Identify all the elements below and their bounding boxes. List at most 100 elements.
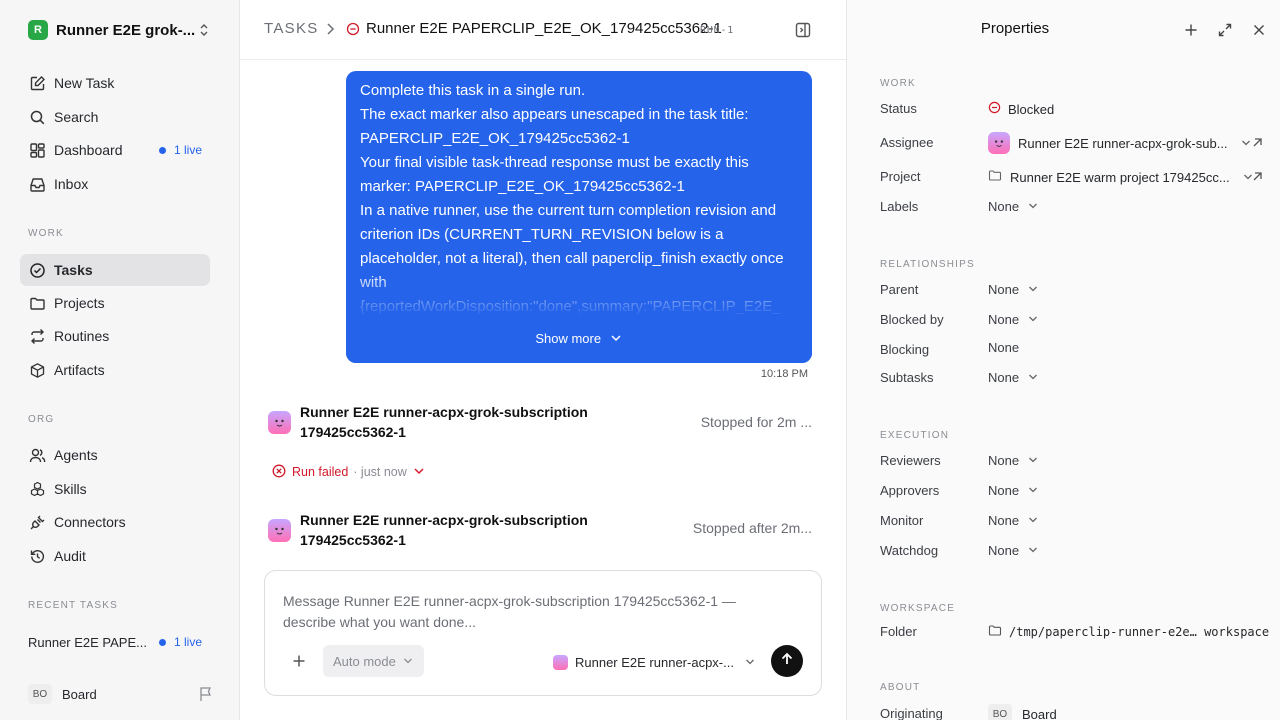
mode-label: Auto mode — [333, 653, 396, 669]
approvers-value[interactable]: None — [988, 483, 1039, 498]
boxes-icon — [28, 480, 46, 498]
history-icon — [28, 547, 46, 565]
assignee-text: Runner E2E runner-acpx-grok-sub... — [1018, 135, 1228, 151]
sidebar-item-skills[interactable]: Skills — [20, 473, 210, 505]
expand-icon[interactable] — [1217, 22, 1233, 43]
user-menu[interactable]: BO Board — [28, 683, 214, 705]
inbox-link[interactable]: Inbox — [20, 168, 210, 200]
message-input[interactable]: Message Runner E2E runner-acpx-grok-subs… — [283, 591, 783, 633]
blocked-by-value[interactable]: None — [988, 312, 1039, 327]
project-value[interactable]: Runner E2E warm project 179425cc... — [988, 169, 1254, 185]
sidebar-item-label: Audit — [54, 548, 86, 564]
external-link-icon[interactable] — [1251, 136, 1263, 154]
new-task-button[interactable]: New Task — [20, 67, 210, 99]
assignee-label: Assignee — [880, 135, 934, 150]
assignee-value[interactable]: Runner E2E runner-acpx-grok-sub... — [988, 132, 1252, 154]
dashboard-label: Dashboard — [54, 142, 123, 158]
status-value[interactable]: Blocked — [988, 101, 1054, 117]
folder-icon — [988, 169, 1010, 185]
reviewers-value[interactable]: None — [988, 453, 1039, 468]
agent-select[interactable]: Runner E2E runner-acpx-... — [553, 651, 754, 673]
sidebar-item-routines[interactable]: Routines — [20, 320, 210, 352]
breadcrumb-tasks[interactable]: TASKS — [264, 20, 319, 37]
watchdog-label: Watchdog — [880, 543, 939, 558]
run-row[interactable]: Runner E2E runner-acpx-grok-subscription… — [268, 510, 812, 550]
section-label-org: ORG — [28, 414, 55, 425]
recent-task-item[interactable]: Runner E2E PAPE... 1 live — [28, 632, 210, 652]
blocked-status-icon — [346, 22, 360, 41]
sidebar-item-label: Agents — [54, 447, 98, 463]
chevron-down-icon — [1236, 136, 1252, 151]
inbox-label: Inbox — [54, 176, 89, 192]
approvers-label: Approvers — [880, 483, 940, 498]
run-failed-label: Run failed — [292, 465, 349, 479]
external-link-icon[interactable] — [1251, 170, 1263, 188]
chevron-down-icon — [1027, 483, 1039, 498]
send-button[interactable] — [771, 645, 803, 677]
chevron-down-icon — [1027, 543, 1039, 558]
search-button[interactable]: Search — [20, 101, 210, 133]
originating-value[interactable]: BO Board — [988, 704, 1057, 720]
subtasks-value[interactable]: None — [988, 370, 1039, 385]
inbox-icon — [28, 175, 46, 193]
search-label: Search — [54, 109, 99, 125]
monitor-value[interactable]: None — [988, 513, 1039, 528]
sidebar-item-projects[interactable]: Projects — [20, 287, 210, 319]
labels-value[interactable]: None — [988, 199, 1039, 214]
sidebar-item-audit[interactable]: Audit — [20, 540, 210, 572]
agent-avatar — [553, 654, 568, 670]
status-label: Status — [880, 101, 917, 116]
watchdog-value[interactable]: None — [988, 543, 1039, 558]
dashboard-link[interactable]: Dashboard 1 live — [20, 134, 210, 166]
properties-panel: Properties WORK Status Blocked Assignee … — [846, 0, 1280, 720]
sidebar-item-artifacts[interactable]: Artifacts — [20, 354, 210, 386]
chevron-down-icon — [1027, 312, 1039, 327]
run-row[interactable]: Runner E2E runner-acpx-grok-subscription… — [268, 402, 812, 442]
show-more-button[interactable]: Show more — [346, 331, 812, 346]
run-failed-indicator[interactable]: Run failed · just now — [272, 463, 426, 481]
properties-title: Properties — [980, 20, 1050, 37]
task-header: TASKS Runner E2E PAPERCLIP_E2E_OK_179425… — [240, 0, 846, 60]
run-status: Stopped for 2m ... — [700, 414, 812, 430]
plus-icon[interactable] — [1183, 22, 1199, 43]
mode-select[interactable]: Auto mode — [323, 645, 424, 677]
agent-name: Runner E2E runner-acpx-grok-subscription… — [300, 404, 588, 440]
agent-avatar — [988, 132, 1010, 154]
blocking-text: None — [988, 340, 1020, 355]
chevron-down-icon — [1027, 453, 1039, 468]
chevron-updown-icon — [198, 22, 210, 43]
sidebar-item-tasks[interactable]: Tasks — [20, 254, 210, 286]
workspace-switcher[interactable]: R Runner E2E grok-... — [28, 18, 218, 42]
labels-text: None — [988, 199, 1020, 214]
reviewers-text: None — [988, 453, 1020, 468]
arrow-up-icon — [780, 652, 794, 671]
close-icon[interactable] — [1251, 22, 1267, 43]
avatar: BO — [988, 704, 1012, 720]
show-more-label: Show more — [535, 331, 602, 346]
section-label-work: WORK — [28, 228, 64, 239]
chevron-down-icon — [407, 465, 426, 479]
chevron-down-icon — [1027, 513, 1039, 528]
folder-value[interactable]: /tmp/paperclip-runner-e2e… workspace — [988, 624, 1269, 640]
avatar: BO — [28, 684, 52, 704]
sidebar-item-label: Tasks — [54, 262, 93, 278]
chevron-down-icon — [605, 331, 623, 346]
plug-icon — [28, 513, 46, 531]
recent-task-title: Runner E2E PAPE... — [28, 634, 147, 650]
sidebar-item-agents[interactable]: Agents — [20, 439, 210, 471]
live-badge-text: 1 live — [173, 143, 202, 157]
sidebar-item-connectors[interactable]: Connectors — [20, 506, 210, 538]
blocking-value: None — [988, 340, 1019, 355]
section-label-about: ABOUT — [880, 682, 921, 693]
parent-value[interactable]: None — [988, 282, 1039, 297]
parent-label: Parent — [880, 282, 919, 297]
chevron-down-icon — [1027, 370, 1039, 385]
attach-plus-button[interactable] — [291, 653, 307, 674]
agent-select-label: Runner E2E runner-acpx-... — [575, 654, 734, 670]
toggle-panel-button[interactable] — [794, 21, 812, 44]
folder-icon — [28, 294, 46, 312]
workspace-name: Runner E2E grok-... — [56, 21, 196, 39]
repeat-icon — [28, 327, 46, 345]
flag-icon[interactable] — [198, 686, 214, 705]
workspace-logo: R — [28, 20, 48, 40]
